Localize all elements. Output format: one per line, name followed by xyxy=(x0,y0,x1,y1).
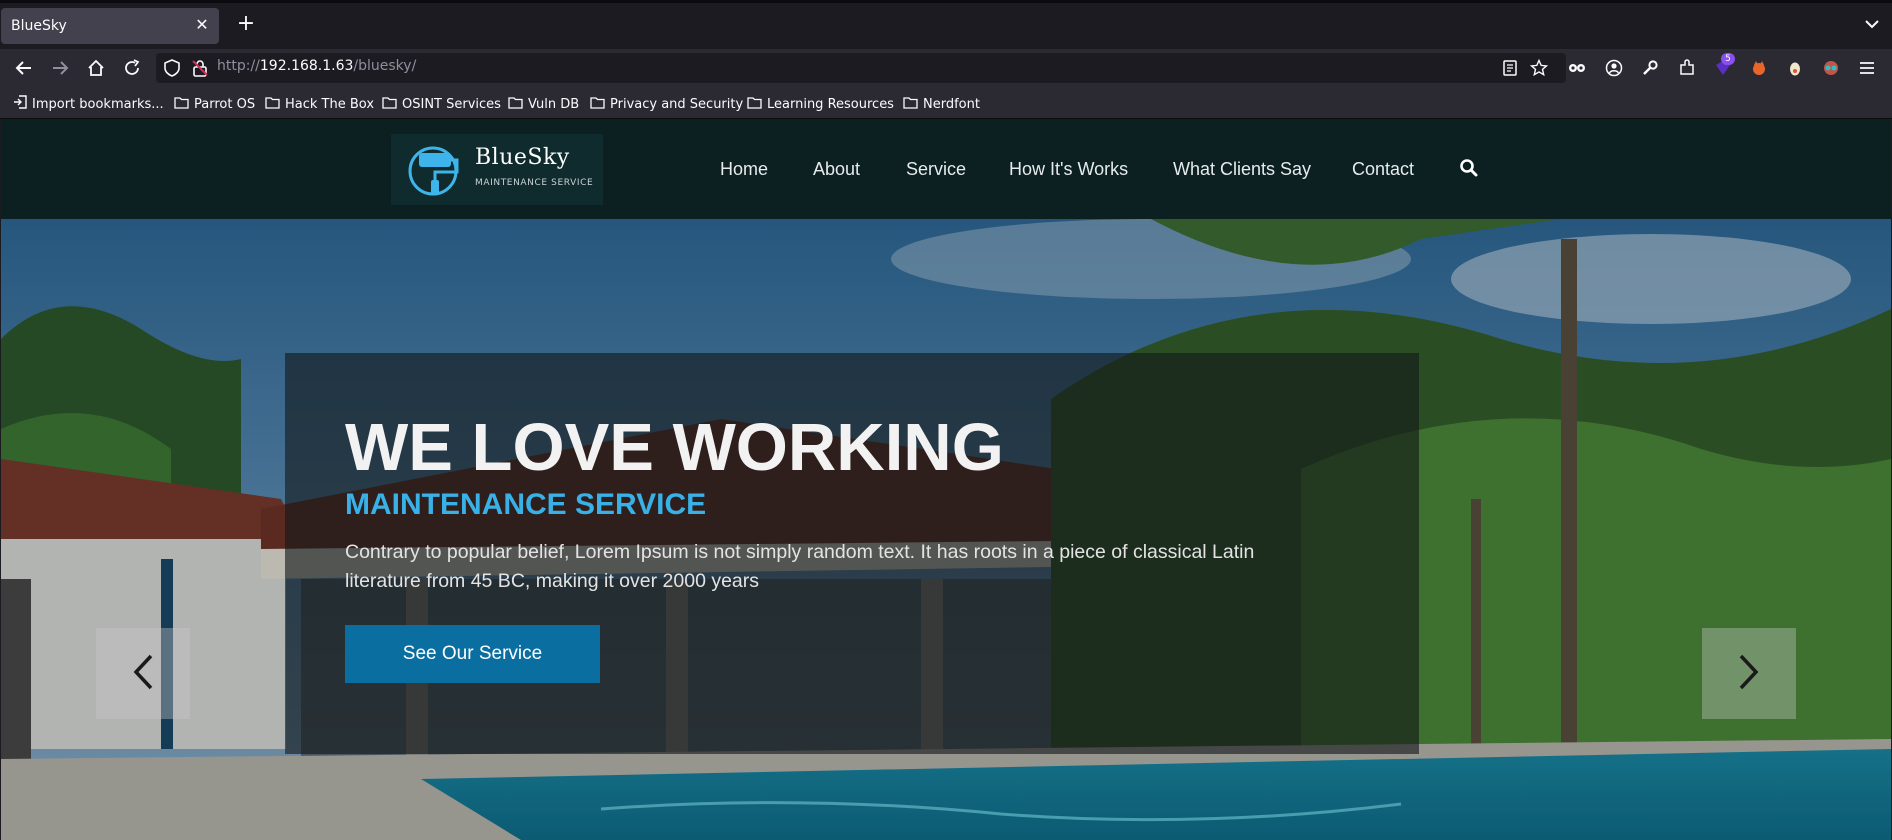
bookmark-label: Import bookmarks... xyxy=(32,96,164,112)
extension-badge: 5 xyxy=(1721,53,1735,65)
bookmark-folder-vuln-db[interactable]: Vuln DB xyxy=(508,95,579,113)
close-tab-icon[interactable]: ✕ xyxy=(193,15,211,35)
hero-title: WE LOVE WORKING xyxy=(345,410,1004,485)
url-host: 192.168.1.63 xyxy=(259,58,354,74)
folder-icon xyxy=(903,96,918,113)
logo-name: BlueSky xyxy=(475,145,570,170)
folder-icon xyxy=(747,96,762,113)
wrench-icon[interactable] xyxy=(1639,57,1661,79)
tab-bluesky[interactable]: BlueSky ✕ xyxy=(1,8,219,44)
url-path: /bluesky/ xyxy=(353,58,417,74)
extension-fox-icon[interactable] xyxy=(1748,57,1770,79)
hero-description: Contrary to popular belief, Lorem Ipsum … xyxy=(345,541,1255,592)
nav-home[interactable]: Home xyxy=(720,159,768,180)
search-icon[interactable] xyxy=(1459,158,1479,178)
folder-icon xyxy=(590,96,605,113)
url-prefix: http:// xyxy=(217,58,260,74)
bookmark-label: Hack The Box xyxy=(285,96,375,112)
folder-icon xyxy=(382,96,397,113)
bookmark-star-icon[interactable] xyxy=(1528,57,1550,79)
folder-icon xyxy=(508,96,523,113)
site-header: BlueSky MAINTENANCE SERVICE Home About S… xyxy=(1,119,1891,219)
private-mask-icon[interactable] xyxy=(1566,57,1588,79)
bookmark-folder-osint-services[interactable]: OSINT Services xyxy=(382,95,501,113)
shield-icon[interactable] xyxy=(161,57,183,79)
see-our-service-button[interactable]: See Our Service xyxy=(345,625,600,683)
nav-how-it-works[interactable]: How It's Works xyxy=(1009,159,1128,180)
nav-what-clients-say[interactable]: What Clients Say xyxy=(1173,159,1311,180)
extensions-icon[interactable] xyxy=(1676,57,1698,79)
hero-slider: WE LOVE WORKING MAINTENANCE SERVICE Cont… xyxy=(1,219,1891,840)
folder-icon xyxy=(174,96,189,113)
hamburger-menu-icon[interactable] xyxy=(1856,57,1878,79)
slider-prev-button[interactable] xyxy=(96,628,190,719)
bookmark-label: OSINT Services xyxy=(402,96,501,112)
logo-tagline: MAINTENANCE SERVICE xyxy=(475,178,594,188)
bookmarks-toolbar: Import bookmarks... Parrot OS Hack The B… xyxy=(0,87,1892,119)
chevron-down-icon[interactable] xyxy=(1862,14,1882,34)
account-icon[interactable] xyxy=(1603,57,1625,79)
bookmark-folder-nerdfont[interactable]: Nerdfont xyxy=(903,95,980,113)
paint-roller-icon xyxy=(405,144,467,200)
import-icon xyxy=(13,95,27,113)
nav-about[interactable]: About xyxy=(813,159,860,180)
bookmark-folder-learning-resources[interactable]: Learning Resources xyxy=(747,95,894,113)
bookmark-label: Parrot OS xyxy=(194,96,256,112)
bookmark-folder-privacy-security[interactable]: Privacy and Security xyxy=(590,95,743,113)
nav-service[interactable]: Service xyxy=(906,159,966,180)
bookmark-import[interactable]: Import bookmarks... xyxy=(13,95,164,113)
tab-bar: BlueSky ✕ + xyxy=(0,0,1892,49)
folder-icon xyxy=(265,96,280,113)
forward-icon[interactable] xyxy=(49,57,71,79)
url-text[interactable]: http://192.168.1.63/bluesky/ xyxy=(217,58,416,74)
hero-subtitle: MAINTENANCE SERVICE xyxy=(345,488,707,521)
reader-view-icon[interactable] xyxy=(1499,57,1521,79)
bookmark-label: Nerdfont xyxy=(923,96,980,112)
extension-ghost-icon[interactable] xyxy=(1784,57,1806,79)
tab-bar-edge xyxy=(0,0,1892,3)
webpage: BlueSky MAINTENANCE SERVICE Home About S… xyxy=(1,119,1891,840)
bookmark-label: Learning Resources xyxy=(767,96,894,112)
slider-next-button[interactable] xyxy=(1702,628,1796,719)
back-icon[interactable] xyxy=(13,57,35,79)
bookmark-folder-hack-the-box[interactable]: Hack The Box xyxy=(265,95,374,113)
new-tab-button[interactable]: + xyxy=(234,12,258,36)
bookmark-label: Privacy and Security xyxy=(610,96,744,112)
site-logo[interactable]: BlueSky MAINTENANCE SERVICE xyxy=(391,134,603,205)
tab-title: BlueSky xyxy=(11,18,67,34)
insecure-lock-icon[interactable] xyxy=(189,57,211,79)
home-icon[interactable] xyxy=(85,57,107,79)
bookmark-label: Vuln DB xyxy=(528,96,580,112)
nav-contact[interactable]: Contact xyxy=(1352,159,1414,180)
extension-glasses-icon[interactable] xyxy=(1820,57,1842,79)
chevron-left-icon xyxy=(131,652,155,696)
chevron-right-icon xyxy=(1737,652,1761,696)
reload-icon[interactable] xyxy=(121,57,143,79)
bookmark-folder-parrot-os[interactable]: Parrot OS xyxy=(174,95,255,113)
